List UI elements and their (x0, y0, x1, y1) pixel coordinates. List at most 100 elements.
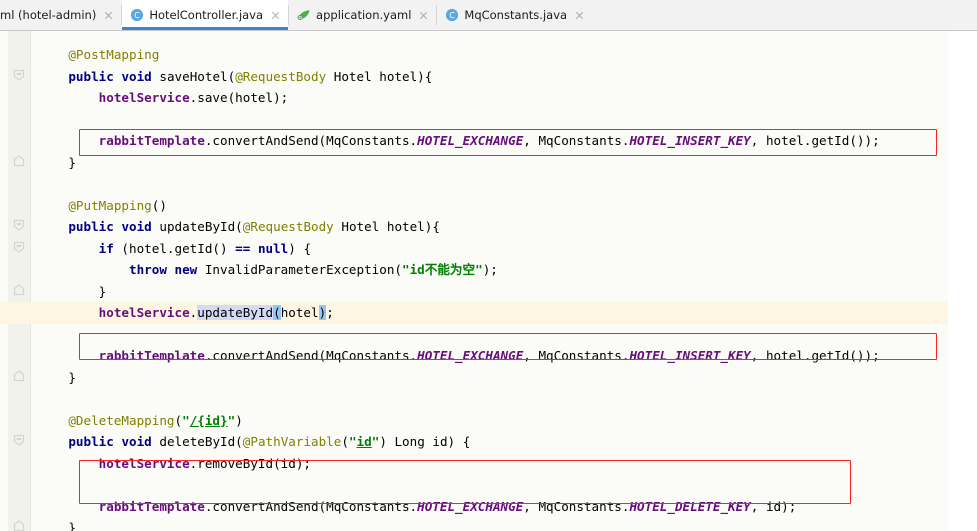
code-token: @PutMapping (68, 197, 152, 213)
fold-collapse-icon[interactable] (13, 434, 25, 446)
code-line[interactable] (0, 474, 948, 496)
code-token: , MqConstants. (523, 348, 630, 363)
code-token: .removeById(id); (189, 455, 311, 471)
code-token: .convertAndSend(MqConstants. (204, 498, 418, 514)
code-token: @RequestBody (242, 219, 334, 234)
close-icon[interactable] (270, 10, 281, 21)
code-editor[interactable]: @PostMapping public void saveHotel(@Requ… (0, 31, 948, 531)
code-token: void (121, 68, 152, 84)
code-token: InvalidParameterException( (197, 262, 402, 277)
code-token: "id不能为空" (401, 262, 483, 277)
code-token: ( (174, 412, 183, 428)
code-token: .convertAndSend(MqConstants. (204, 348, 418, 363)
code-token: @RequestBody (235, 68, 327, 84)
fold-end-icon[interactable] (13, 369, 25, 382)
tab-hotelcontroller-java[interactable]: C HotelController.java (122, 0, 289, 30)
code-token: ( (341, 434, 349, 449)
code-line[interactable]: public void updateById(@RequestBody Hote… (0, 216, 948, 238)
code-line[interactable]: } (0, 517, 948, 531)
code-token: @PostMapping (68, 47, 160, 62)
code-token: (hotel.getId() (113, 240, 236, 256)
fold-end-icon[interactable] (13, 154, 25, 167)
tab-label: HotelController.java (149, 8, 264, 22)
code-token: void (121, 434, 152, 449)
tab-label: MqConstants.java (464, 8, 568, 22)
code-token: , id); (750, 498, 797, 514)
fold-collapse-icon[interactable] (13, 69, 25, 81)
fold-end-icon[interactable] (13, 283, 25, 296)
code-line[interactable] (0, 109, 948, 131)
code-line[interactable]: public void deleteById(@PathVariable("id… (0, 431, 948, 453)
tab-label: ml (hotel-admin) (0, 8, 97, 22)
code-token: deleteById( (151, 434, 243, 449)
code-line[interactable]: @DeleteMapping("/{id}") (0, 410, 948, 432)
code-token: hotelService (98, 305, 190, 320)
tab-hotel-admin-yaml[interactable]: ml (hotel-admin) (0, 0, 121, 30)
code-line[interactable]: if (hotel.getId() == null) { (0, 238, 948, 260)
code-token: hotel (280, 305, 319, 320)
code-token: @PathVariable (242, 434, 342, 449)
code-line[interactable]: rabbitTemplate.convertAndSend(MqConstant… (0, 496, 948, 518)
fold-end-icon[interactable] (13, 520, 25, 531)
tab-application-yaml[interactable]: application.yaml (289, 0, 436, 30)
code-line[interactable]: hotelService.updateById(hotel); (0, 302, 948, 324)
code-token: updateById (197, 305, 274, 320)
code-token: HOTEL_INSERT_KEY (629, 348, 751, 363)
code-line[interactable]: } (0, 152, 948, 174)
code-line[interactable]: } (0, 367, 948, 389)
code-line[interactable]: throw new InvalidParameterException("id不… (0, 259, 948, 281)
tab-mqconstants-java[interactable]: C MqConstants.java (437, 0, 592, 30)
code-token: HOTEL_EXCHANGE (417, 348, 524, 363)
code-line[interactable] (0, 173, 948, 195)
code-token: ); (482, 262, 498, 277)
code-line[interactable]: @PutMapping() (0, 195, 948, 217)
code-line[interactable]: } (0, 281, 948, 303)
code-line[interactable]: hotelService.save(hotel); (0, 87, 948, 109)
svg-text:C: C (135, 11, 141, 20)
code-token: /{id} (189, 412, 228, 428)
fold-collapse-icon[interactable] (13, 219, 25, 231)
code-token: rabbitTemplate (98, 498, 205, 514)
code-text-area[interactable]: @PostMapping public void saveHotel(@Requ… (0, 31, 948, 531)
code-token: updateById( (151, 219, 243, 234)
code-token: " (182, 412, 190, 428)
java-class-icon: C (131, 8, 144, 22)
code-token: rabbitTemplate (98, 133, 205, 148)
code-token: } (38, 520, 76, 531)
code-token: , hotel.getId()); (750, 348, 880, 363)
code-token: rabbitTemplate (98, 348, 205, 363)
close-icon[interactable] (103, 10, 114, 21)
code-line[interactable]: @PostMapping (0, 44, 948, 66)
code-line[interactable]: rabbitTemplate.convertAndSend(MqConstant… (0, 345, 948, 367)
code-token: hotelService (98, 455, 190, 471)
code-token: ) (235, 412, 243, 428)
editor-tab-bar: ml (hotel-admin) C HotelController.java (0, 0, 977, 31)
code-token: HOTEL_EXCHANGE (417, 133, 524, 148)
code-token: == (235, 240, 251, 256)
fold-collapse-icon[interactable] (13, 241, 25, 253)
code-line[interactable]: rabbitTemplate.convertAndSend(MqConstant… (0, 130, 948, 152)
code-line[interactable] (0, 324, 948, 346)
close-icon[interactable] (574, 10, 585, 21)
code-token: id (356, 434, 372, 449)
code-token: } (38, 283, 107, 299)
code-token: } (38, 154, 76, 170)
code-line[interactable] (0, 388, 948, 410)
code-token: hotelService (98, 90, 190, 105)
code-token: Hotel hotel){ (333, 219, 440, 234)
code-token: HOTEL_INSERT_KEY (629, 133, 751, 148)
code-line[interactable]: hotelService.removeById(id); (0, 453, 948, 475)
code-line[interactable]: public void saveHotel(@RequestBody Hotel… (0, 66, 948, 88)
code-token: ; (326, 305, 334, 320)
close-icon[interactable] (418, 10, 429, 21)
tab-label: application.yaml (316, 8, 412, 22)
